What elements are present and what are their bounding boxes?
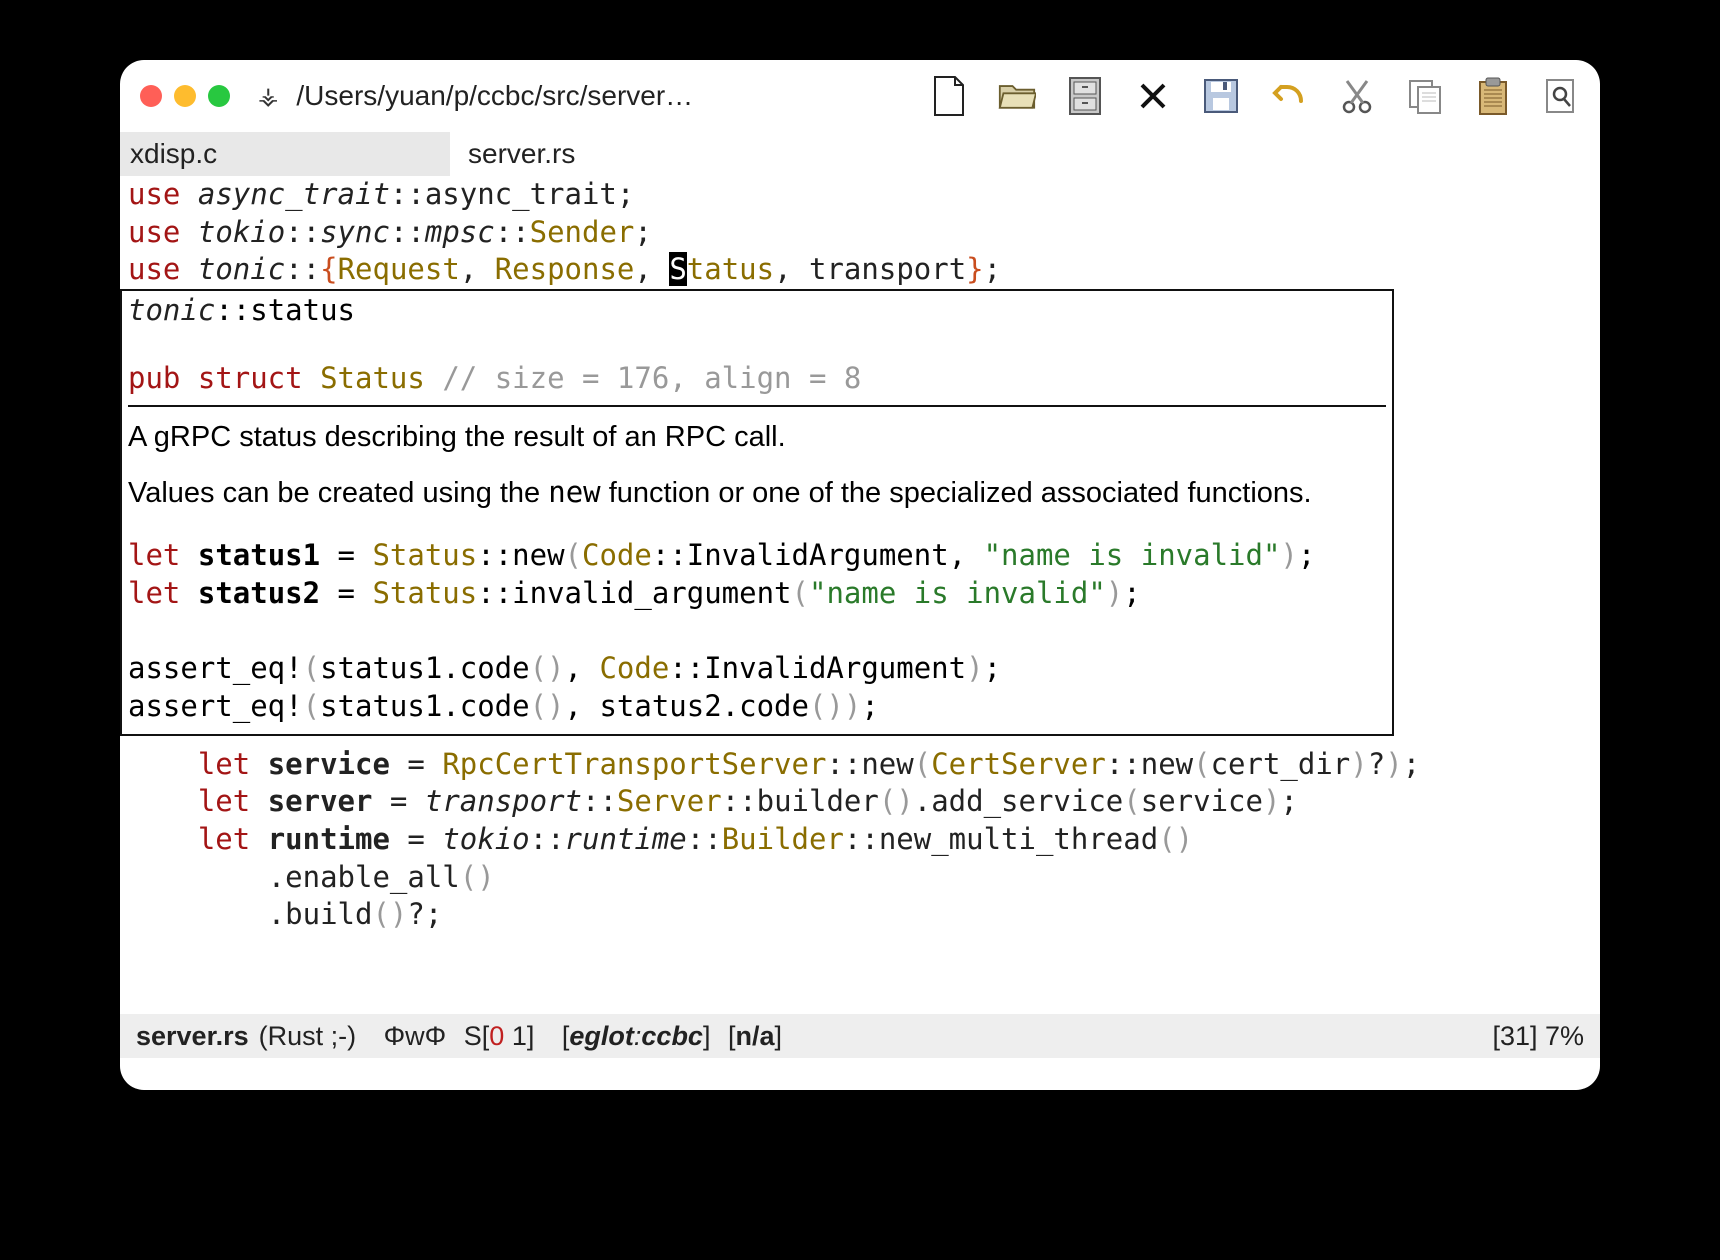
modeline-flycheck: ΦwΦ — [384, 1021, 447, 1052]
modeline[interactable]: server.rs (Rust ;-) ΦwΦ S[0 1] [eglot:cc… — [120, 1014, 1600, 1058]
new-file-icon[interactable] — [930, 77, 968, 115]
search-icon[interactable] — [1542, 77, 1580, 115]
text-cursor: S — [669, 252, 686, 286]
cut-icon[interactable] — [1338, 77, 1376, 115]
undo-icon[interactable] — [1270, 77, 1308, 115]
popup-signature: tonic::status pub struct Status // size … — [122, 291, 1392, 401]
modeline-position: [31] 7% — [1492, 1021, 1584, 1052]
popup-doc: A gRPC status describing the result of a… — [122, 417, 1392, 537]
vc-icon: ⚶ — [258, 82, 278, 111]
popup-divider — [128, 405, 1386, 407]
tab-server[interactable]: server.rs — [450, 132, 585, 176]
hover-doc-popup: tonic::status pub struct Status // size … — [120, 289, 1394, 736]
save-icon[interactable] — [1202, 77, 1240, 115]
file-cabinet-icon[interactable] — [1066, 77, 1104, 115]
copy-icon[interactable] — [1406, 77, 1444, 115]
zoom-window-button[interactable] — [208, 85, 230, 107]
emacs-window: ⚶ /Users/yuan/p/ccbc/src/server… — [120, 60, 1600, 1090]
window-title: /Users/yuan/p/ccbc/src/server… — [296, 80, 693, 112]
titlebar: ⚶ /Users/yuan/p/ccbc/src/server… — [120, 60, 1600, 132]
tab-bar: xdisp.c server.rs — [120, 132, 1600, 176]
editor-area-continued[interactable]: let service = RpcCertTransportServer::ne… — [120, 736, 1600, 934]
close-icon[interactable] — [1134, 77, 1172, 115]
close-window-button[interactable] — [140, 85, 162, 107]
modeline-syntax: S[0 1] — [456, 1021, 534, 1052]
toolbar — [930, 77, 1580, 115]
minimize-window-button[interactable] — [174, 85, 196, 107]
modeline-na: [n/a] — [720, 1021, 782, 1052]
editor-area[interactable]: use async_trait::async_trait; use tokio:… — [120, 176, 1600, 289]
modeline-mode: (Rust ;-) — [259, 1021, 357, 1052]
minibuffer[interactable] — [120, 1058, 1600, 1090]
modeline-eglot: [eglot:ccbc] — [562, 1021, 711, 1052]
traffic-lights — [140, 85, 230, 107]
popup-example: let status1 = Status::new(Code::InvalidA… — [122, 537, 1392, 733]
open-folder-icon[interactable] — [998, 77, 1036, 115]
modeline-filename: server.rs — [136, 1021, 249, 1052]
paste-icon[interactable] — [1474, 77, 1512, 115]
tab-xdisp[interactable]: xdisp.c — [120, 132, 450, 176]
